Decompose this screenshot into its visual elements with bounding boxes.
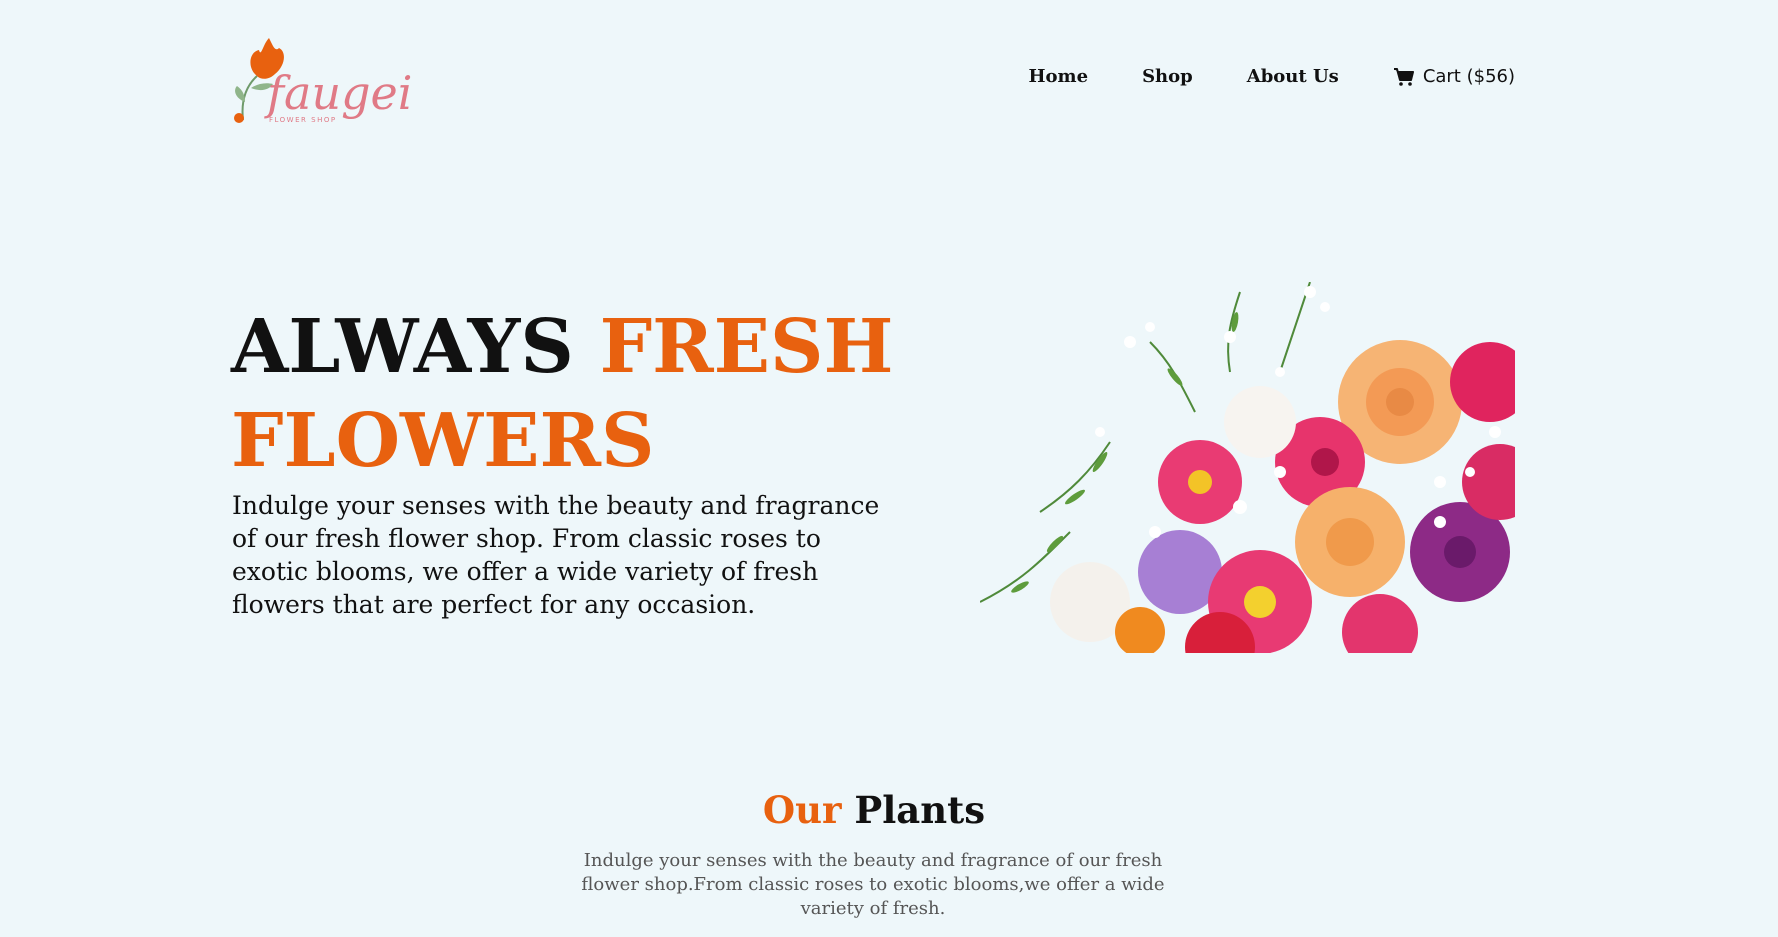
logo-brand-text: faugei (267, 66, 413, 120)
nav-home-link[interactable]: Home (1029, 66, 1089, 87)
cart-icon (1393, 67, 1414, 86)
logo-tagline: FLOWER SHOP (269, 116, 337, 124)
hero-title: ALWAYS FRESH FLOWERS (231, 300, 951, 488)
logo[interactable]: faugei FLOWER SHOP (231, 32, 412, 128)
cart-label: Cart ($56) (1422, 66, 1515, 87)
plants-title-accent: Our (762, 788, 842, 832)
main-nav: Home Shop About Us Cart ($56) (1029, 66, 1515, 87)
plants-section-title: Our Plants (0, 788, 1748, 832)
plants-section-description: Indulge your senses with the beauty and … (581, 850, 1165, 919)
nav-shop-link[interactable]: Shop (1142, 66, 1193, 87)
plants-title-rest: Plants (841, 788, 986, 832)
nav-about-link[interactable]: About Us (1247, 66, 1339, 87)
page: faugei FLOWER SHOP Home Shop About Us Ca… (0, 0, 1778, 937)
hero-title-part1: ALWAYS (231, 304, 600, 390)
hero-description: Indulge your senses with the beauty and … (232, 491, 880, 619)
flower-bouquet-image (980, 282, 1515, 653)
cart-link[interactable]: Cart ($56) (1393, 66, 1515, 87)
